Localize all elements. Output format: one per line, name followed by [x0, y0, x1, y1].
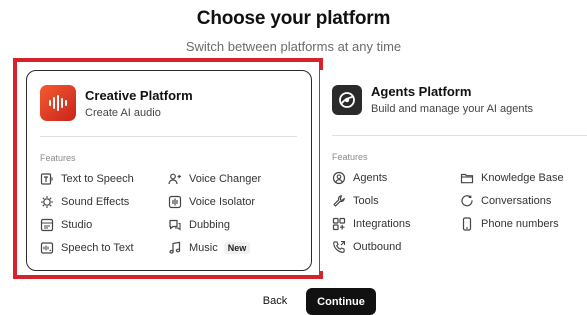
header: Choose your platform Switch between plat… — [0, 8, 587, 54]
sound-effects-icon — [41, 195, 53, 208]
outbound-icon — [333, 240, 346, 253]
creative-platform-card[interactable]: Creative Platform Create AI audio Featur… — [26, 70, 312, 271]
new-badge: New — [223, 241, 251, 254]
tools-icon — [333, 194, 345, 207]
feature-voice-changer: Voice Changer — [168, 170, 296, 187]
feature-tools: Tools — [332, 192, 460, 209]
agents-card-header: Agents Platform Build and manage your AI… — [332, 84, 533, 115]
feature-label: Phone numbers — [481, 217, 559, 230]
feature-label: Speech to Text — [61, 241, 134, 254]
integrations-icon — [332, 217, 346, 230]
features-label: Features — [40, 153, 76, 163]
feature-conversations: Conversations — [460, 192, 587, 209]
music-icon — [169, 241, 181, 254]
back-button[interactable]: Back — [252, 290, 298, 312]
agents-card-title: Agents Platform — [371, 84, 472, 99]
voice-changer-icon — [168, 173, 182, 184]
studio-icon — [40, 218, 54, 231]
feature-label: Voice Isolator — [189, 195, 256, 208]
feature-label: Agents — [353, 171, 388, 184]
knowledge-base-icon — [460, 173, 474, 183]
dubbing-icon — [169, 219, 181, 231]
feature-label: Integrations — [353, 217, 411, 230]
feature-label: Sound Effects — [61, 195, 130, 208]
feature-phone-numbers: Phone numbers — [460, 215, 587, 232]
features-label: Features — [332, 152, 368, 162]
speech-to-text-icon — [40, 241, 54, 254]
agents-platform-card[interactable]: Agents Platform Build and manage your AI… — [320, 70, 587, 271]
phone-numbers-icon — [462, 216, 472, 231]
feature-label: Music — [189, 241, 218, 254]
feature-agents: Agents — [332, 169, 460, 186]
agents-icon — [332, 171, 346, 184]
voice-isolator-icon — [168, 195, 182, 208]
agents-logo-icon — [332, 84, 362, 115]
feature-label: Knowledge Base — [481, 171, 564, 184]
creative-card-title: Creative Platform — [85, 87, 193, 103]
feature-music: Music New — [168, 239, 296, 256]
feature-label: Studio — [61, 218, 93, 231]
feature-studio: Studio — [40, 216, 168, 233]
feature-label: Text to Speech — [61, 172, 134, 185]
feature-knowledge-base: Knowledge Base — [460, 169, 587, 186]
creative-card-header: Creative Platform Create AI audio — [40, 85, 193, 121]
text-to-speech-icon — [40, 172, 53, 185]
feature-text-to-speech: Text to Speech — [40, 170, 168, 187]
creative-card-description: Create AI audio — [85, 106, 161, 119]
creative-feature-list: Text to Speech Voice Changer Sound Effec… — [40, 170, 300, 256]
agents-card-description: Build and manage your AI agents — [371, 103, 534, 115]
feature-label: Outbound — [353, 240, 402, 253]
feature-label: Conversations — [481, 194, 552, 207]
page-subtitle: Switch between platforms at any time — [185, 39, 402, 54]
continue-button[interactable]: Continue — [306, 288, 376, 315]
divider — [332, 135, 587, 136]
divider — [40, 136, 297, 137]
conversations-icon — [461, 194, 473, 206]
feature-sound-effects: Sound Effects — [40, 193, 168, 210]
agents-feature-list: Agents Knowledge Base Tools Conversation… — [332, 169, 587, 255]
feature-label: Tools — [353, 194, 379, 207]
feature-integrations: Integrations — [332, 215, 460, 232]
feature-label: Voice Changer — [189, 172, 262, 185]
audio-waveform-icon — [40, 85, 76, 121]
feature-label: Dubbing — [189, 218, 230, 231]
page-title: Choose your platform — [196, 8, 391, 29]
feature-voice-isolator: Voice Isolator — [168, 193, 296, 210]
feature-dubbing: Dubbing — [168, 216, 296, 233]
feature-speech-to-text: Speech to Text — [40, 239, 168, 256]
feature-outbound: Outbound — [332, 238, 460, 255]
